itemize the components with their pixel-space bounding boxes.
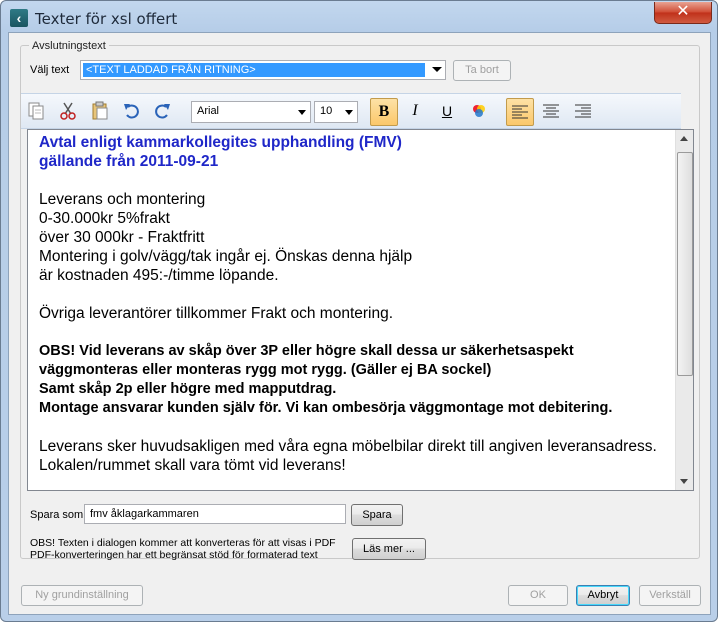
font-family-value: Arial [197,105,220,117]
select-text-value: <TEXT LADDAD FRÅN RITNING> [83,63,425,77]
close-button[interactable]: ✕ [654,2,712,24]
editor-blank-line [39,171,669,190]
save-as-label: Spara som [30,509,84,521]
editor-line: Övriga leverantörer tillkommer Frakt och… [39,305,394,322]
align-right-button[interactable] [570,98,596,124]
italic-button[interactable]: I [402,98,428,124]
font-size-value: 10 [320,105,333,117]
scroll-down-arrow-icon[interactable] [680,479,688,484]
vertical-scrollbar[interactable] [675,130,693,490]
window-title: Texter för xsl offert [35,10,178,28]
dialog-body: Avslutningstext Välj text <TEXT LADDAD F… [8,32,711,615]
pdf-note-line-2: PDF-konverteringen har ett begränsat stö… [30,549,318,561]
editor-line: väggmonteras eller monteras rygg mot ryg… [39,362,492,378]
underline-button[interactable]: U [434,98,460,124]
apply-button[interactable]: Verkställ [639,585,701,606]
format-toolbar: Arial 10 B I U [21,93,681,129]
chevron-down-icon [298,110,306,115]
rich-text-editor[interactable]: Avtal enligt kammarkollegites upphandlin… [27,129,694,491]
editor-blank-line [39,418,669,437]
editor-blank-line [39,285,669,304]
font-size-dropdown[interactable]: 10 [314,101,358,123]
copy-icon[interactable] [25,101,47,121]
paste-icon[interactable] [89,101,111,121]
editor-line: OBS! Vid leverans av skåp över 3P eller … [39,343,574,359]
editor-line: 0-30.000kr 5%frakt [39,210,170,227]
save-as-input[interactable]: fmv åklagarkammaren [84,504,346,524]
chevron-down-icon [345,110,353,115]
editor-line: Leverans sker huvudsakligen med våra egn… [39,438,657,455]
app-icon: ‹ [10,9,28,27]
color-picker-icon[interactable] [466,98,492,124]
editor-content[interactable]: Avtal enligt kammarkollegites upphandlin… [39,133,669,490]
undo-icon[interactable] [121,101,143,121]
reset-defaults-button[interactable]: Ny grundinställning [21,585,143,606]
remove-button[interactable]: Ta bort [453,60,511,81]
pdf-note-line-1: OBS! Texten i dialogen kommer att konver… [30,537,336,549]
cut-icon[interactable] [57,101,79,121]
scroll-up-arrow-icon[interactable] [680,136,688,141]
dialog-window: ‹ Texter för xsl offert ✕ Avslutningstex… [0,0,718,622]
save-button[interactable]: Spara [351,504,403,526]
bold-button[interactable]: B [370,98,398,126]
editor-line: Montering i golv/vägg/tak ingår ej. Önsk… [39,248,413,265]
editor-blank-line [39,475,669,490]
ok-button[interactable]: OK [508,585,568,606]
select-text-label: Välj text [30,64,70,76]
align-left-button[interactable] [506,98,534,126]
editor-line: Avtal enligt kammarkollegites upphandlin… [39,134,402,151]
cancel-button[interactable]: Avbryt [576,585,630,606]
editor-line: Leverans och montering [39,191,206,208]
group-legend: Avslutningstext [29,40,109,52]
editor-line: Montage ansvarar kunden själv för. Vi ka… [39,400,613,416]
select-text-dropdown[interactable]: <TEXT LADDAD FRÅN RITNING> [80,60,446,80]
editor-line: över 30 000kr - Fraktfritt [39,229,205,246]
redo-icon[interactable] [151,101,173,121]
read-more-button[interactable]: Läs mer ... [352,538,426,560]
editor-line: gällande från 2011-09-21 [39,153,219,170]
font-family-dropdown[interactable]: Arial [191,101,311,123]
editor-line: är kostnaden 495:-/timme löpande. [39,267,279,284]
editor-blank-line [39,323,669,342]
align-center-button[interactable] [538,98,564,124]
title-bar[interactable]: ‹ Texter för xsl offert ✕ [1,1,717,35]
chevron-down-icon [432,67,442,72]
scrollbar-thumb[interactable] [677,152,693,376]
editor-line: Lokalen/rummet skall vara tömt vid lever… [39,457,346,474]
editor-line: Samt skåp 2p eller högre med mapputdrag. [39,381,337,397]
